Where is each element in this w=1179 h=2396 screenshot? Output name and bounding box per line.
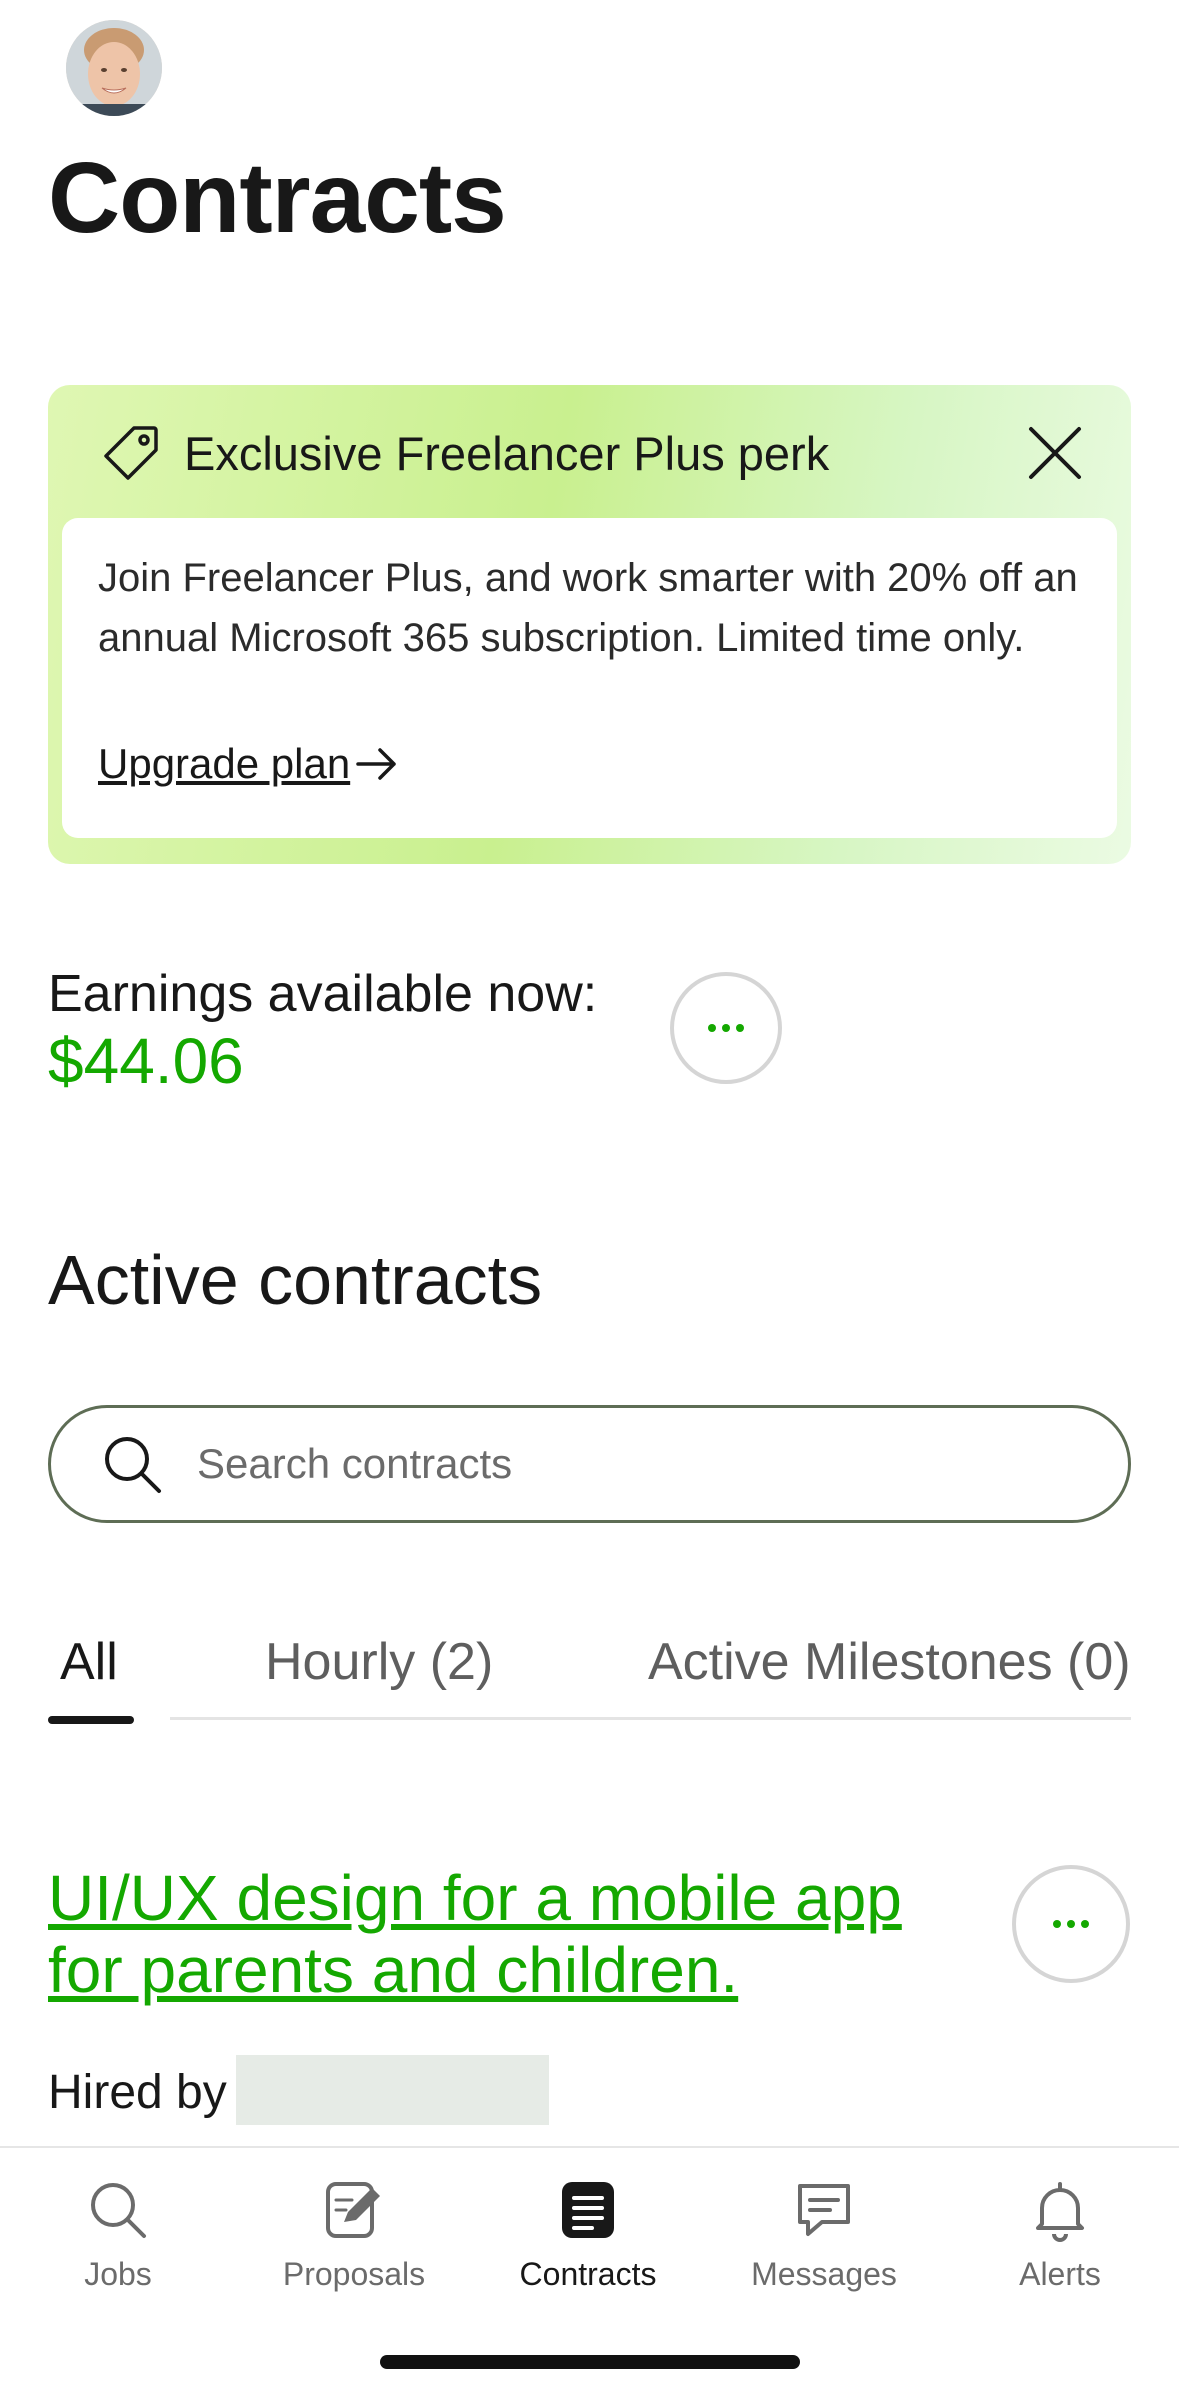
search-icon <box>105 1437 161 1493</box>
avatar[interactable] <box>66 20 162 116</box>
nav-alerts-label: Alerts <box>1019 2256 1101 2292</box>
nav-contracts-label: Contracts <box>519 2256 657 2292</box>
user-avatar-image <box>66 20 162 116</box>
search-contracts-field[interactable] <box>48 1405 1131 1523</box>
nav-proposals[interactable]: Proposals <box>236 2148 472 2318</box>
more-icon <box>1053 1920 1089 1928</box>
more-icon <box>708 1024 744 1032</box>
search-icon <box>91 2183 146 2238</box>
contract-more-button[interactable] <box>1012 1865 1130 1983</box>
earnings-label: Earnings available now: <box>48 965 598 1023</box>
promo-body: Join Freelancer Plus, and work smarter w… <box>62 518 1117 838</box>
nav-contracts[interactable]: Contracts <box>470 2148 706 2318</box>
tag-icon <box>104 426 158 480</box>
chat-icon <box>798 2184 850 2236</box>
nav-jobs[interactable]: Jobs <box>0 2148 236 2318</box>
contract-title-link[interactable]: UI/UX design for a mobile app for parent… <box>48 1862 988 2006</box>
contracts-icon <box>562 2182 614 2238</box>
freelancer-plus-promo-card: Exclusive Freelancer Plus perk Join Free… <box>48 385 1131 864</box>
nav-messages-label: Messages <box>751 2256 897 2292</box>
promo-title: Exclusive Freelancer Plus perk <box>184 426 830 480</box>
nav-messages[interactable]: Messages <box>706 2148 942 2318</box>
earnings-more-button[interactable] <box>670 972 782 1084</box>
tab-hourly[interactable]: Hourly (2) <box>265 1632 493 1692</box>
promo-description: Join Freelancer Plus, and work smarter w… <box>98 556 1078 660</box>
contract-filter-tabs: All Hourly (2) Active Milestones (0) <box>0 1620 1179 1730</box>
upgrade-plan-label: Upgrade plan <box>98 740 351 787</box>
promo-header: Exclusive Freelancer Plus perk <box>100 421 829 485</box>
close-promo-button[interactable] <box>1023 421 1087 485</box>
active-tab-indicator <box>48 1716 134 1724</box>
tabs-edge <box>1131 1620 1179 1730</box>
proposal-edit-icon <box>326 2182 380 2238</box>
contracts-screen: Contracts Exclusive Freelancer Plus perk… <box>0 0 1179 2396</box>
upgrade-plan-link[interactable]: Upgrade plan <box>98 740 402 788</box>
bell-icon <box>1036 2182 1084 2242</box>
tab-active-milestones[interactable]: Active Milestones (0) <box>648 1632 1131 1692</box>
hired-by-label: Hired by <box>48 2066 227 2119</box>
close-icon <box>1029 427 1081 479</box>
client-name-redacted <box>236 2055 549 2125</box>
active-contracts-title: Active contracts <box>48 1241 543 1319</box>
nav-jobs-label: Jobs <box>84 2256 152 2292</box>
tabs-divider <box>170 1717 1131 1720</box>
home-indicator[interactable] <box>380 2355 800 2369</box>
nav-alerts[interactable]: Alerts <box>942 2148 1178 2318</box>
earnings-value: $44.06 <box>48 1025 244 1097</box>
tab-all[interactable]: All <box>60 1632 118 1692</box>
arrow-right-icon <box>356 748 396 780</box>
nav-proposals-label: Proposals <box>282 2256 426 2292</box>
search-contracts-input[interactable] <box>195 1439 1059 1489</box>
page-title: Contracts <box>48 142 507 254</box>
